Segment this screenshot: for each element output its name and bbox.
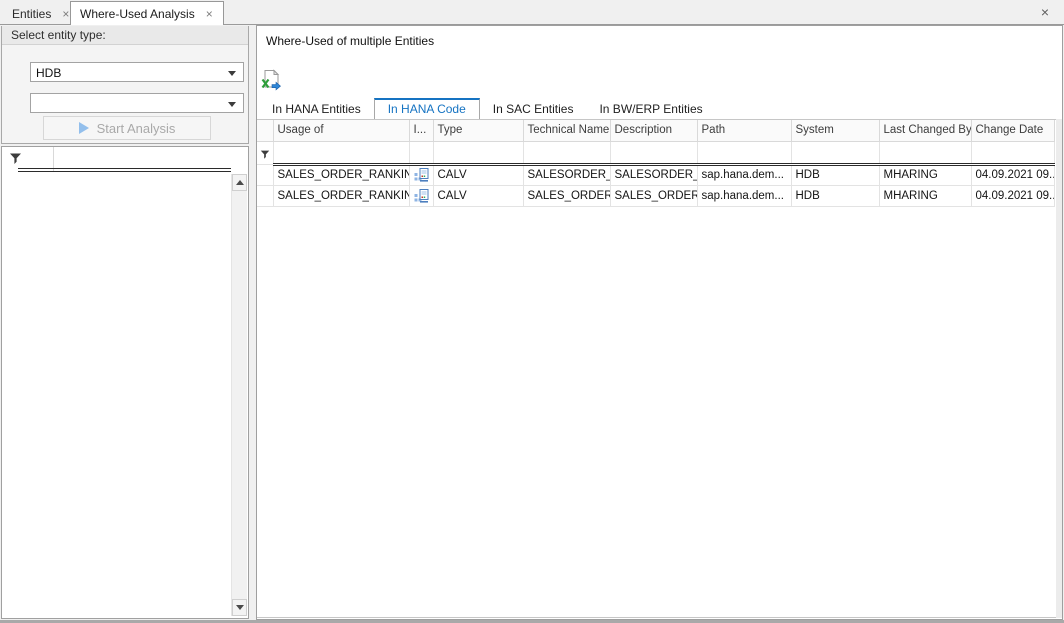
filter-funnel-icon[interactable] — [260, 149, 270, 160]
export-to-excel-icon[interactable] — [260, 69, 284, 93]
cell-description[interactable]: SALESORDER_... — [610, 164, 697, 185]
column-header-change-date[interactable]: Change Date — [971, 120, 1054, 141]
cell-type[interactable]: CALV — [433, 185, 523, 206]
grid-filter-row — [257, 141, 1054, 164]
filter-cell[interactable] — [610, 141, 697, 164]
filter-cell[interactable] — [971, 141, 1054, 164]
list-filter-row[interactable] — [2, 147, 248, 174]
scroll-up-button[interactable] — [232, 174, 247, 191]
tab-entities[interactable]: Entities × — [3, 3, 80, 24]
chevron-down-icon[interactable] — [228, 102, 236, 107]
vertical-scrollbar[interactable] — [231, 174, 247, 616]
chevron-down-icon[interactable] — [228, 71, 236, 76]
filter-cell[interactable] — [697, 141, 791, 164]
cell-path[interactable]: sap.hana.dem... — [697, 164, 791, 185]
calculation-view-icon — [409, 185, 433, 206]
entity-type-group: Select entity type: HDB Start Analysis — [1, 26, 249, 144]
start-analysis-label: Start Analysis — [97, 121, 176, 136]
cell-technical-name[interactable]: SALESORDER_... — [523, 164, 610, 185]
cell-last-changed-by[interactable]: MHARING — [879, 185, 971, 206]
table-row[interactable]: SALES_ORDER_RANKING — [257, 164, 1054, 185]
cell-usage-of[interactable]: SALES_ORDER_RANKING — [273, 185, 409, 206]
cell-change-date[interactable]: 04.09.2021 09... — [971, 185, 1054, 206]
grid-right-gap — [1056, 119, 1062, 618]
filter-cell[interactable] — [273, 141, 409, 164]
tab-in-bw-erp-entities[interactable]: In BW/ERP Entities — [586, 98, 715, 119]
filter-row-underline — [18, 168, 231, 172]
tab-in-sac-entities[interactable]: In SAC Entities — [480, 98, 587, 119]
tab-label: Entities — [12, 7, 51, 21]
filter-cell[interactable] — [879, 141, 971, 164]
entity-type-combo[interactable]: HDB — [30, 62, 244, 82]
gutter-header — [257, 120, 273, 141]
column-header-system[interactable]: System — [791, 120, 879, 141]
result-tabstrip: In HANA Entities In HANA Code In SAC Ent… — [259, 98, 716, 119]
filter-cell[interactable] — [433, 141, 523, 164]
table-row[interactable]: SALES_ORDER_RANKING — [257, 185, 1054, 206]
tab-in-hana-entities[interactable]: In HANA Entities — [259, 98, 374, 119]
column-header-icon[interactable]: I... — [409, 120, 433, 141]
triangle-up-icon — [236, 180, 244, 185]
where-used-analysis-window: Entities × Where-Used Analysis × × Selec… — [0, 0, 1064, 623]
entity-combo[interactable] — [30, 93, 244, 113]
results-grid: Usage of I... Type Technical Name Descri… — [257, 119, 1057, 618]
cell-change-date[interactable]: 04.09.2021 09... — [971, 164, 1054, 185]
column-header-technical-name[interactable]: Technical Name — [523, 120, 610, 141]
row-gutter-cell — [257, 185, 273, 206]
filter-cell[interactable] — [523, 141, 610, 164]
cell-usage-of[interactable]: SALES_ORDER_RANKING — [273, 164, 409, 185]
row-gutter-cell — [257, 164, 273, 185]
tab-where-used-analysis[interactable]: Where-Used Analysis × — [70, 1, 224, 25]
play-icon — [79, 122, 89, 134]
column-header-description[interactable]: Description — [610, 120, 697, 141]
cell-last-changed-by[interactable]: MHARING — [879, 164, 971, 185]
column-header-path[interactable]: Path — [697, 120, 791, 141]
triangle-down-icon — [236, 605, 244, 610]
cell-technical-name[interactable]: SALES_ORDER... — [523, 185, 610, 206]
filter-funnel-icon[interactable] — [9, 152, 22, 165]
panel-title: Where-Used of multiple Entities — [266, 34, 434, 48]
close-icon[interactable]: × — [1038, 5, 1052, 19]
scroll-down-button[interactable] — [232, 599, 247, 616]
combo-value: HDB — [36, 66, 61, 80]
group-title: Select entity type: — [2, 26, 248, 45]
cell-system[interactable]: HDB — [791, 185, 879, 206]
document-tabbar: Entities × Where-Used Analysis × × — [0, 0, 1064, 25]
filter-cell[interactable] — [791, 141, 879, 164]
cell-description[interactable]: SALES_ORDER... — [610, 185, 697, 206]
cell-path[interactable]: sap.hana.dem... — [697, 185, 791, 206]
filter-cell[interactable] — [409, 141, 433, 164]
cell-system[interactable]: HDB — [791, 164, 879, 185]
close-icon[interactable]: × — [205, 8, 214, 20]
grid-header-row: Usage of I... Type Technical Name Descri… — [257, 120, 1054, 141]
column-header-type[interactable]: Type — [433, 120, 523, 141]
column-header-last-changed-by[interactable]: Last Changed By — [879, 120, 971, 141]
tab-label: Where-Used Analysis — [80, 7, 195, 21]
cell-type[interactable]: CALV — [433, 164, 523, 185]
filter-gutter-cell[interactable] — [257, 141, 273, 164]
where-used-panel: Where-Used of multiple Entities In HANA … — [256, 25, 1063, 620]
entity-list — [1, 146, 249, 619]
calculation-view-icon — [409, 164, 433, 185]
start-analysis-button[interactable]: Start Analysis — [43, 116, 211, 140]
column-header-usage-of[interactable]: Usage of — [273, 120, 409, 141]
tab-in-hana-code[interactable]: In HANA Code — [374, 98, 480, 119]
